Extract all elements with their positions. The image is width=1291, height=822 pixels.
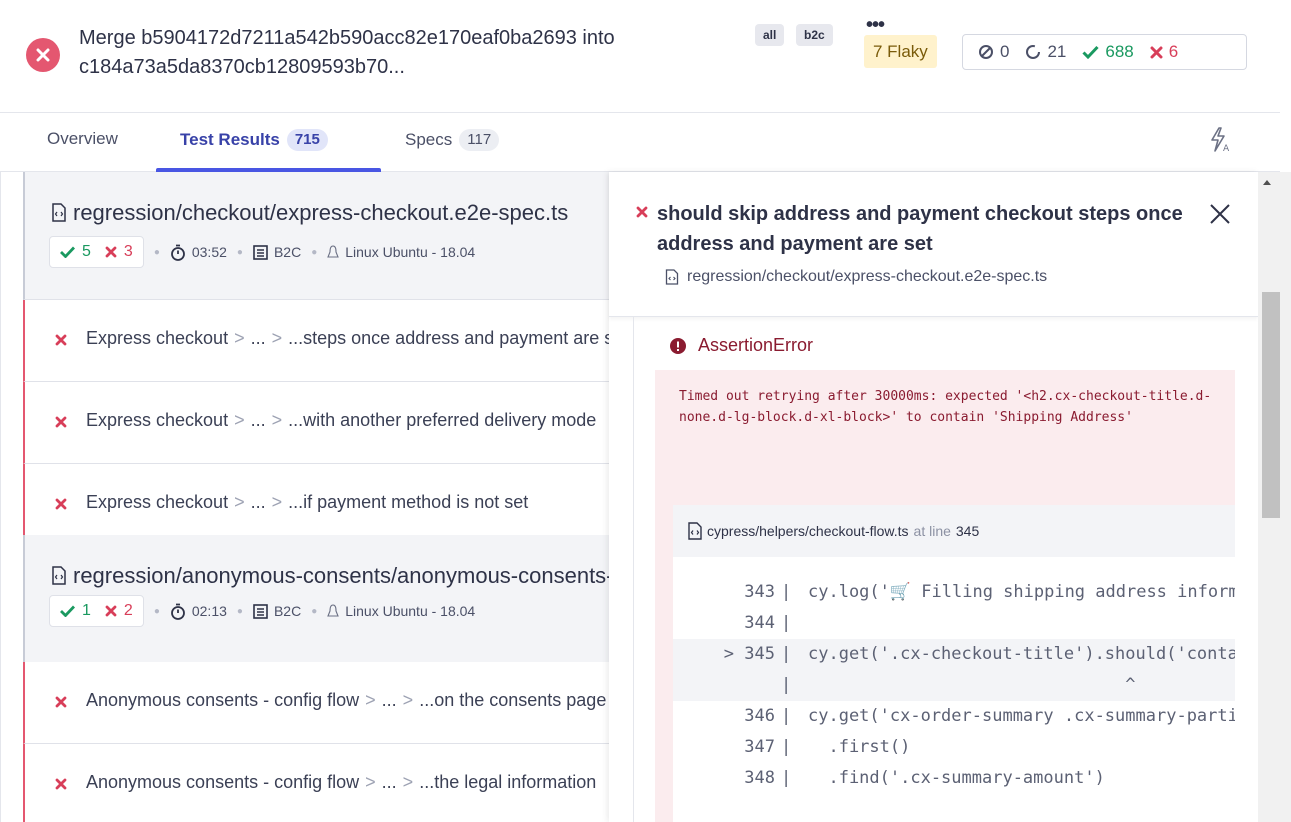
fail-icon xyxy=(55,416,67,428)
stopwatch-icon xyxy=(170,244,185,261)
result-counts: 0 21 688 6 xyxy=(962,34,1247,70)
stopwatch-icon xyxy=(170,603,185,620)
error-heading: AssertionError xyxy=(670,335,813,356)
skipped-icon xyxy=(979,45,993,59)
group-icon xyxy=(253,244,268,260)
code-line: 346 | cy.get('cx-order-summary .cx-summary… xyxy=(744,706,1235,726)
spec-group-name: B2C xyxy=(253,603,301,619)
fail-icon xyxy=(636,206,648,218)
check-icon xyxy=(60,605,75,617)
test-breadcrumb: Anonymous consents - config flow >... >...… xyxy=(86,772,597,792)
flaky-badge[interactable]: 7 Flaky xyxy=(864,35,937,68)
run-title: Merge b5904172d7211a542b590acc82e170eaf0… xyxy=(79,27,615,78)
file-code-icon xyxy=(52,566,66,585)
failed-test-row[interactable]: Express checkout >... > ...with another pre… xyxy=(23,382,612,464)
close-icon[interactable] xyxy=(1208,202,1232,226)
check-icon xyxy=(1082,45,1099,59)
scrollbar-thumb[interactable] xyxy=(1262,292,1280,518)
code-line-highlighted: > 345 | cy.get('.cx-checkout-title').shoul… xyxy=(673,639,1235,670)
pending-count: 21 xyxy=(1025,42,1066,62)
tag-b2c[interactable]: b2c xyxy=(796,24,833,46)
code-line: 348 | .find('.cx-summary-amount') xyxy=(744,768,1105,788)
spec-meta: 1 2 ● 02:13 ● B2C ● Linux Ubuntu - 18.04 xyxy=(49,595,475,627)
code-line: 343 | cy.log('🛒 Filling shipping address i… xyxy=(744,582,1235,602)
test-results-count: 715 xyxy=(286,129,328,151)
specs-count: 117 xyxy=(459,129,500,151)
test-detail-panel: should skip address and payment checkout… xyxy=(609,172,1258,822)
test-breadcrumb: Anonymous consents - config flow >... >...… xyxy=(86,690,607,710)
tab-specs[interactable]: Specs 117 xyxy=(405,129,500,151)
skipped-count: 0 xyxy=(978,42,1009,62)
file-code-icon xyxy=(665,269,679,285)
failed-test-row[interactable]: Express checkout >... > ...steps once addre… xyxy=(23,300,612,382)
tab-bar: Overview Test Results 715 Specs 117 A xyxy=(0,112,1280,172)
spec-meta: 5 3 ● 03:52 ● B2C ● Linux Ubuntu - 18.04 xyxy=(49,236,475,268)
svg-text:A: A xyxy=(1223,144,1230,153)
spec-group[interactable]: regression/checkout/express-checkout.e2e… xyxy=(23,172,612,300)
fail-icon xyxy=(105,246,117,258)
tab-overview[interactable]: Overview xyxy=(47,129,118,149)
spec-group[interactable]: regression/anonymous-consents/anonymous-… xyxy=(23,535,612,663)
error-box: Timed out retrying after 30000ms: expect… xyxy=(655,370,1235,822)
more-options-icon[interactable]: ••• xyxy=(866,14,885,37)
tag-all[interactable]: all xyxy=(755,24,785,46)
fail-icon xyxy=(55,498,67,510)
failed-test-row[interactable]: Express checkout >... > ...if payment metho… xyxy=(23,464,612,546)
test-breadcrumb: Express checkout >... > ...if payment metho… xyxy=(86,492,529,512)
code-line: 347 | .first() xyxy=(744,737,911,757)
failed-status-icon xyxy=(26,38,60,72)
failed-test-row[interactable]: Anonymous consents - config flow >... >...… xyxy=(23,744,612,822)
panel-body: AssertionError Timed out retrying after … xyxy=(633,317,1258,822)
test-breadcrumb: Express checkout >... > ...with another pre… xyxy=(86,410,597,430)
linux-icon xyxy=(327,603,340,617)
linux-icon xyxy=(327,244,340,258)
failed-count: 6 xyxy=(1150,42,1178,62)
failed-test-row[interactable]: Anonymous consents - config flow >... >...… xyxy=(23,662,612,744)
code-frame-file[interactable]: cypress/helpers/checkout-flow.ts at line 3… xyxy=(673,505,1235,557)
code-frame: cypress/helpers/checkout-flow.ts at line 3… xyxy=(673,505,1235,822)
spec-os: Linux Ubuntu - 18.04 xyxy=(327,603,475,619)
group-icon xyxy=(253,603,268,619)
fail-icon xyxy=(55,696,67,708)
spec-title[interactable]: regression/checkout/express-checkout.e2e… xyxy=(51,200,568,226)
spec-os: Linux Ubuntu - 18.04 xyxy=(327,244,475,260)
spec-pass-fail: 1 2 xyxy=(49,595,144,627)
error-message: Timed out retrying after 30000ms: expect… xyxy=(679,389,1212,425)
panel-header: should skip address and payment checkout… xyxy=(609,172,1258,317)
passed-count: 688 xyxy=(1082,42,1134,62)
scroll-up-icon[interactable] xyxy=(1262,178,1272,186)
spec-pass-fail: 5 3 xyxy=(49,236,144,268)
panel-spec-path[interactable]: regression/checkout/express-checkout.e2e… xyxy=(665,268,1047,286)
spec-duration: 03:52 xyxy=(170,244,227,261)
test-breadcrumb: Express checkout >... > ...steps once addre… xyxy=(86,328,612,348)
fail-icon xyxy=(55,778,67,790)
code-line: 344 | xyxy=(744,613,792,633)
error-icon xyxy=(670,337,686,354)
tab-test-results[interactable]: Test Results 715 xyxy=(180,129,328,151)
fail-icon xyxy=(105,605,117,617)
run-header: Merge b5904172d7211a542b590acc82e170eaf0… xyxy=(0,0,1291,112)
test-results-list: regression/checkout/express-checkout.e2e… xyxy=(0,172,612,822)
fail-icon xyxy=(1150,46,1163,58)
spec-duration: 02:13 xyxy=(170,603,227,620)
code-line-caret: | ^ xyxy=(673,670,1235,701)
flash-filter-icon[interactable]: A xyxy=(1209,127,1233,153)
file-code-icon xyxy=(688,522,702,540)
file-code-icon xyxy=(52,203,66,222)
spec-group-name: B2C xyxy=(253,244,301,260)
test-title: should skip address and payment checkout… xyxy=(657,203,1183,255)
check-icon xyxy=(60,246,75,258)
spec-title[interactable]: regression/anonymous-consents/anonymous-… xyxy=(51,563,612,589)
fail-icon xyxy=(55,334,67,346)
pending-icon xyxy=(1026,45,1041,59)
